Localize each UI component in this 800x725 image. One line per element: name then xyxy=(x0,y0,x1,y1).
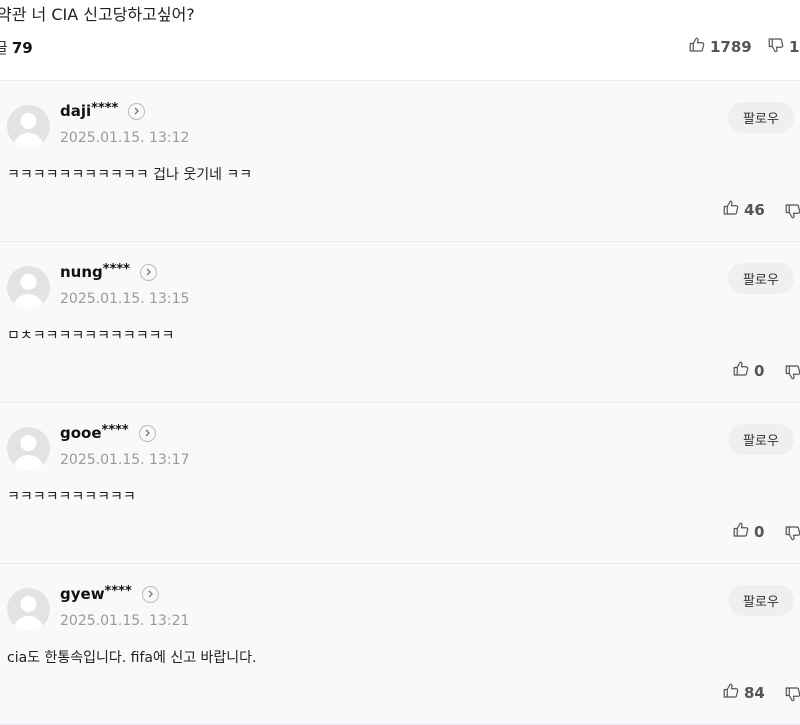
chevron-right-icon[interactable] xyxy=(128,102,146,120)
default-avatar-icon[interactable] xyxy=(7,105,50,148)
comment-text: ㅋㅋㅋㅋㅋㅋㅋㅋㅋㅋㅋ 겁나 웃기네 ㅋㅋ xyxy=(7,167,253,183)
chevron-right-icon[interactable] xyxy=(138,424,156,442)
comment-like-count: 0 xyxy=(754,523,765,541)
comment-username[interactable]: gyew **** xyxy=(60,583,159,603)
thumbs-down-icon xyxy=(767,36,785,58)
username-mask: **** xyxy=(91,100,119,116)
comment-username[interactable]: gooe **** xyxy=(60,422,156,442)
comment-date: 2025.01.15. 13:12 xyxy=(60,130,190,146)
comment-username[interactable]: nung **** xyxy=(60,261,157,281)
username-mask: **** xyxy=(101,422,129,438)
comment-count-value: 79 xyxy=(11,39,33,57)
thumbs-down-icon[interactable] xyxy=(784,524,800,546)
post-header: 약관 너 CIA 신고당하고싶어? 글 79 1789 1 xyxy=(0,0,800,81)
post-dislike-button[interactable]: 1 xyxy=(767,36,799,58)
default-avatar-icon[interactable] xyxy=(7,427,50,470)
default-avatar-icon[interactable] xyxy=(7,266,50,309)
username-text: daji xyxy=(60,102,92,120)
thumbs-up-icon xyxy=(688,36,706,58)
thumbs-up-icon xyxy=(722,682,740,704)
comment-date: 2025.01.15. 13:15 xyxy=(60,291,190,307)
username-mask: **** xyxy=(104,583,132,599)
comment-like-count: 46 xyxy=(744,201,765,219)
comment-date: 2025.01.15. 13:17 xyxy=(60,452,190,468)
comment-like-count: 0 xyxy=(754,362,765,380)
chevron-right-icon[interactable] xyxy=(139,263,157,281)
comment-item: gyew **** 2025.01.15. 13:21 팔로우 cia도 한통속입… xyxy=(0,564,800,725)
username-text: gooe xyxy=(60,424,102,442)
post-dislike-count: 1 xyxy=(789,38,800,56)
chevron-right-icon[interactable] xyxy=(141,585,159,603)
comment-text: ㅁㅊㅋㅋㅋㅋㅋㅋㅋㅋㅋㅋㅋ xyxy=(7,328,175,344)
comment-like-button[interactable]: 84 xyxy=(722,682,765,704)
thumbs-up-icon xyxy=(722,199,740,221)
default-avatar-icon[interactable] xyxy=(7,588,50,631)
thumbs-up-icon xyxy=(732,360,750,382)
comment-text: ㅋㅋㅋㅋㅋㅋㅋㅋㅋㅋ xyxy=(7,489,136,505)
username-text: nung xyxy=(60,263,103,281)
comment-like-button[interactable]: 0 xyxy=(732,360,764,382)
comment-item: nung **** 2025.01.15. 13:15 팔로우 ㅁㅊㅋㅋㅋㅋㅋㅋㅋ… xyxy=(0,242,800,403)
comment-count: 글 79 xyxy=(0,37,33,58)
post-like-count: 1789 xyxy=(710,38,752,56)
comment-count-label: 글 xyxy=(0,39,8,57)
comment-username[interactable]: daji **** xyxy=(60,100,146,120)
follow-button[interactable]: 팔로우 xyxy=(728,424,794,455)
post-like-button[interactable]: 1789 xyxy=(688,36,752,58)
follow-button[interactable]: 팔로우 xyxy=(728,585,794,616)
comment-like-button[interactable]: 46 xyxy=(722,199,765,221)
comment-text: cia도 한통속입니다. fifa에 신고 바랍니다. xyxy=(7,650,257,666)
comment-date: 2025.01.15. 13:21 xyxy=(60,613,190,629)
comment-like-count: 84 xyxy=(744,684,765,702)
thumbs-down-icon[interactable] xyxy=(784,363,800,385)
thumbs-down-icon[interactable] xyxy=(784,202,800,224)
follow-button[interactable]: 팔로우 xyxy=(728,263,794,294)
username-text: gyew xyxy=(60,585,105,603)
comment-item: gooe **** 2025.01.15. 13:17 팔로우 ㅋㅋㅋㅋㅋㅋㅋㅋㅋ… xyxy=(0,403,800,564)
follow-button[interactable]: 팔로우 xyxy=(728,102,794,133)
comment-item: daji **** 2025.01.15. 13:12 팔로우 ㅋㅋㅋㅋㅋㅋㅋㅋㅋ… xyxy=(0,81,800,242)
thumbs-down-icon[interactable] xyxy=(784,685,800,707)
thumbs-up-icon xyxy=(732,521,750,543)
comment-like-button[interactable]: 0 xyxy=(732,521,764,543)
username-mask: **** xyxy=(102,261,130,277)
post-title: 약관 너 CIA 신고당하고싶어? xyxy=(0,5,195,24)
